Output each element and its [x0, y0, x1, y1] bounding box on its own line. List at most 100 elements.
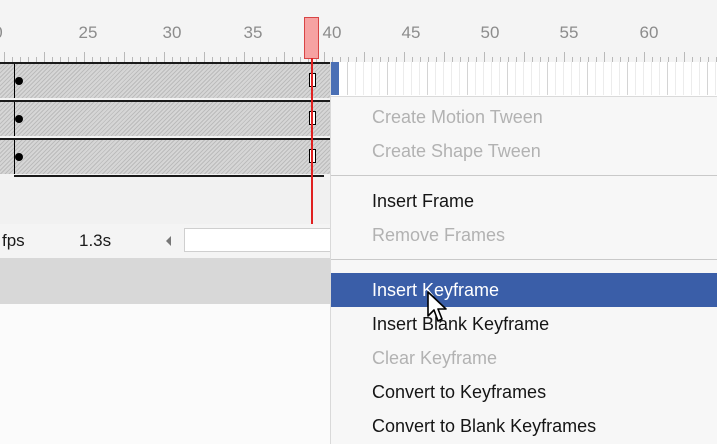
ruler-label-40: 40 — [322, 23, 342, 42]
ruler-label-30: 30 — [162, 23, 182, 42]
layers-bottom-border — [14, 175, 324, 177]
frame-cell-divider — [483, 62, 484, 95]
frame-cell-divider — [563, 62, 564, 95]
frame-cell-divider — [531, 62, 532, 95]
frame-cell-divider — [667, 62, 668, 95]
ruler-tick — [124, 52, 125, 62]
menu-item-convert-to-blank-keyframes[interactable]: Convert to Blank Keyframes — [331, 409, 717, 443]
frame-cell-divider — [659, 62, 660, 95]
horizontal-scrollbar[interactable] — [184, 228, 344, 252]
ruler-tick — [244, 52, 245, 62]
ruler-tick — [44, 52, 45, 62]
fps-label: fps — [2, 231, 25, 250]
frame-cell-divider — [571, 62, 572, 95]
ruler-tick — [444, 52, 445, 62]
ruler-tick — [84, 52, 85, 62]
frame-cell-divider — [635, 62, 636, 95]
menu-item-create-motion-tween: Create Motion Tween — [372, 107, 543, 127]
ruler-label-25: 25 — [78, 23, 98, 42]
frame-cell-divider — [459, 62, 460, 95]
frame-cell-divider — [435, 62, 436, 95]
frame-cell-divider — [475, 62, 476, 95]
frame-cell-divider — [427, 62, 428, 95]
frame-cell-divider — [675, 62, 676, 95]
frame-cell-divider — [515, 62, 516, 95]
frame-cell-divider — [651, 62, 652, 95]
frame-cell-divider — [603, 62, 604, 95]
frame-cell-divider — [403, 62, 404, 95]
frame-cell-divider — [699, 62, 700, 95]
ruler-tick — [204, 52, 205, 62]
ruler-tick — [684, 52, 685, 62]
ruler-tick — [164, 52, 165, 62]
frame-cell-divider — [715, 62, 716, 95]
ruler-tick — [284, 52, 285, 62]
layer-frames-area[interactable] — [0, 62, 330, 178]
menu-item-create-shape-tween: Create Shape Tween — [372, 141, 541, 161]
timeline-status-bar: fps 1.3s — [0, 224, 344, 258]
ruler-label-50: 50 — [480, 23, 500, 42]
menu-item-insert-frame[interactable]: Insert Frame — [331, 184, 717, 218]
selected-frame-cell — [331, 62, 339, 95]
frame-cell-divider — [387, 62, 388, 95]
frame-cell-divider — [507, 62, 508, 95]
menu-item-remove-frames: Remove Frames — [372, 225, 506, 245]
frame-cell-divider — [419, 62, 420, 95]
frame-cell-divider — [523, 62, 524, 95]
frame-cell-divider — [555, 62, 556, 95]
frame-cell-divider — [491, 62, 492, 95]
menu-item-convert-to-keyframes[interactable]: Convert to Keyframes — [331, 375, 717, 409]
menu-separator — [331, 175, 717, 176]
frame-strip — [331, 62, 717, 97]
ruler-tick — [324, 52, 325, 62]
ruler-tick — [604, 52, 605, 62]
layer-row-1[interactable] — [0, 62, 330, 98]
ruler-tick — [524, 52, 525, 62]
stage-panel — [0, 304, 330, 444]
elapsed-time: 1.3s — [79, 231, 112, 250]
frame-cell-divider — [363, 62, 364, 95]
frame-cell-divider — [643, 62, 644, 95]
ruler-tick — [404, 52, 405, 62]
frame-cell-divider — [579, 62, 580, 95]
arrow-cursor-icon — [427, 291, 447, 322]
frame-cell-divider — [691, 62, 692, 95]
playhead-handle[interactable] — [304, 17, 319, 59]
frame-cell-divider — [619, 62, 620, 95]
layer-row-3[interactable] — [0, 138, 330, 174]
menu-item-insert-keyframe[interactable]: Insert Keyframe — [331, 273, 717, 307]
frame-cell-divider — [355, 62, 356, 95]
ruler-label-35: 35 — [243, 23, 263, 42]
frame-cell-divider — [379, 62, 380, 95]
menu-item-clear-keyframe: Clear Keyframe — [372, 348, 498, 368]
frame-cell-divider — [451, 62, 452, 95]
context-menu[interactable]: Create Motion Tween Create Shape Tween I… — [330, 62, 717, 444]
panel-header-bar — [0, 258, 330, 304]
ruler-tick — [564, 52, 565, 62]
frame-cell-divider — [611, 62, 612, 95]
frame-cell-divider — [347, 62, 348, 95]
layer-row-2[interactable] — [0, 100, 330, 136]
frame-cell-divider — [627, 62, 628, 95]
ruler-tick — [4, 52, 5, 62]
keyframe-dot-icon — [15, 153, 23, 161]
ruler-tick — [364, 52, 365, 62]
menu-separator — [331, 259, 717, 260]
keyframe-dot-icon — [15, 115, 23, 123]
timeline-ruler[interactable]: 0 25 30 35 40 45 50 55 60 — [0, 0, 717, 63]
frame-cell-divider — [683, 62, 684, 95]
frame-cell-divider — [539, 62, 540, 95]
scroll-left-arrow-icon[interactable] — [166, 236, 171, 246]
frame-cell-divider — [395, 62, 396, 95]
frame-cell-divider — [371, 62, 372, 95]
frame-cell-divider — [707, 62, 708, 95]
ruler-label-0: 0 — [0, 23, 3, 43]
frame-cell-divider — [587, 62, 588, 95]
ruler-tick — [644, 52, 645, 62]
menu-item-insert-blank-keyframe[interactable]: Insert Blank Keyframe — [331, 307, 717, 341]
frame-cell-divider — [547, 62, 548, 95]
empty-frames-area — [0, 180, 330, 224]
ruler-tick — [484, 52, 485, 62]
frame-cell-divider — [595, 62, 596, 95]
frame-cell-divider — [411, 62, 412, 95]
